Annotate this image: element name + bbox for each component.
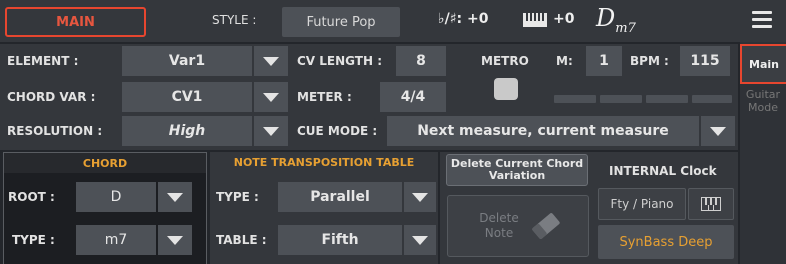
style-name-field[interactable]: Future Pop [282,7,400,37]
root-value[interactable]: D [76,182,156,212]
meter-label: METER : [297,90,352,104]
bpm-value[interactable]: 115 [680,46,730,76]
chord-type-dropdown[interactable] [158,225,192,255]
resolution-dropdown[interactable] [254,116,288,146]
chord-panel-title: CHORD [4,153,206,173]
transposition-panel-title: NOTE TRANSPOSITION TABLE [233,155,415,169]
resolution-label: RESOLUTION : [7,124,103,138]
transposition-type-label: TYPE : [216,190,259,204]
metro-label: METRO [481,54,529,68]
transposition-type-dropdown[interactable] [404,182,436,212]
sound-name-field[interactable]: SynBass Deep [598,225,734,259]
chevron-down-icon [167,235,183,245]
chord-var-label: CHORD VAR : [7,90,96,104]
transposition-table-dropdown[interactable] [404,225,436,255]
delete-note-label: Delete Note [479,211,519,240]
style-label: STYLE : [212,13,257,27]
meter-value[interactable]: 4/4 [380,82,446,112]
chord-extension: m7 [615,20,636,36]
chevron-down-icon [263,126,279,136]
measure-value: 1 [586,46,622,76]
transposition-table-label: TABLE : [216,233,267,247]
cue-mode-dropdown[interactable] [701,116,735,146]
cv-length-value[interactable]: 8 [396,46,446,76]
root-label: ROOT : [8,190,55,204]
chord-type-value[interactable]: m7 [76,225,156,255]
keyboard-button[interactable] [688,188,734,220]
tab-guitar-mode[interactable]: Guitar Mode [740,88,786,128]
beat-indicator [646,95,688,103]
chevron-down-icon [263,92,279,102]
cue-mode-value[interactable]: Next measure, current measure [387,116,699,146]
chord-name-display: Dm7 [596,4,636,36]
beat-indicator [692,95,732,103]
chevron-down-icon [263,56,279,66]
chord-type-label: TYPE : [12,233,55,247]
transposition-table-value[interactable]: Fifth [278,225,402,255]
bpm-label: BPM : [630,54,669,68]
chevron-down-icon [412,235,428,245]
resolution-value[interactable]: High [122,116,252,146]
element-value[interactable]: Var1 [122,46,252,76]
metro-toggle[interactable] [494,78,518,100]
internal-clock-label: INTERNAL Clock [609,164,717,178]
chevron-down-icon [412,192,428,202]
element-label: ELEMENT : [7,54,79,68]
tab-main[interactable]: Main [740,44,786,84]
chevron-down-icon [167,192,183,202]
cv-length-label: CV LENGTH : [297,54,383,68]
chord-var-dropdown[interactable] [254,82,288,112]
chord-var-value[interactable]: CV1 [122,82,252,112]
keyboard-transpose: +0 [553,11,575,27]
main-mode-button[interactable]: MAIN [5,7,146,37]
element-dropdown[interactable] [254,46,288,76]
root-dropdown[interactable] [158,182,192,212]
piano-keys-icon [701,197,721,211]
transposition-type-value[interactable]: Parallel [278,182,402,212]
delete-note-button[interactable]: Delete Note [447,195,589,257]
fty-piano-button[interactable]: Fty / Piano [598,188,686,220]
delete-chord-variation-button[interactable]: Delete Current Chord Variation [446,154,588,186]
menu-icon[interactable] [752,11,772,29]
measure-label: M: [556,54,573,68]
beat-indicator [600,95,642,103]
eraser-icon [532,213,560,239]
keyboard-icon [523,13,547,27]
chevron-down-icon [710,126,726,136]
cue-mode-label: CUE MODE : [297,124,378,138]
beat-indicator [554,95,596,103]
key-signature: ♭/♯: +0 [438,11,489,27]
chord-root: D [596,4,616,32]
